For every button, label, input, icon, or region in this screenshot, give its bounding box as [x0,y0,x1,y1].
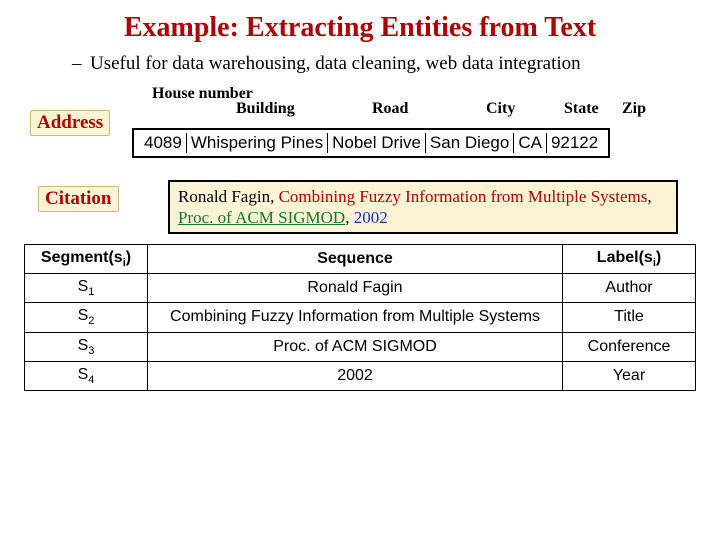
citation-block: Citation Ronald Fagin, Combining Fuzzy I… [24,180,696,238]
citation-author: Ronald Fagin [178,187,270,206]
addr-road: Nobel Drive [328,133,426,153]
cell-lab: Title [563,303,696,332]
bullet-line: Useful for data warehousing, data cleani… [72,52,696,76]
addr-state: CA [514,133,547,153]
table-header-row: Segment(si) Sequence Label(si) [25,244,696,273]
slide-title: Example: Extracting Entities from Text [24,12,696,44]
addr-house: 4089 [140,133,187,153]
header-city: City [486,100,515,118]
citation-year: 2002 [354,208,388,227]
cell-lab: Conference [563,332,696,361]
header-road: Road [372,100,408,118]
addr-city: San Diego [426,133,514,153]
header-house-number: House number [152,86,216,102]
table-row: S2 Combining Fuzzy Information from Mult… [25,303,696,332]
cell-seq: 2002 [148,361,563,390]
cell-seq: Ronald Fagin [148,274,563,303]
header-zip: Zip [622,100,646,118]
citation-conf: Proc. of ACM SIGMOD [178,208,345,227]
addr-zip: 92122 [547,133,602,153]
cell-seg: S3 [25,332,148,361]
citation-box: Ronald Fagin, Combining Fuzzy Informatio… [168,180,678,235]
cell-seg: S2 [25,303,148,332]
address-block: Address House number Building Road City … [24,86,696,168]
addr-building: Whispering Pines [187,133,328,153]
cell-seq: Proc. of ACM SIGMOD [148,332,563,361]
col-segment: Segment(si) [25,244,148,273]
table-row: S4 2002 Year [25,361,696,390]
address-tag: Address [30,110,110,136]
header-state: State [564,100,599,118]
segment-table: Segment(si) Sequence Label(si) S1 Ronald… [24,244,696,391]
cell-seg: S4 [25,361,148,390]
col-label: Label(si) [563,244,696,273]
cell-seg: S1 [25,274,148,303]
table-row: S1 Ronald Fagin Author [25,274,696,303]
address-value-box: 4089Whispering PinesNobel DriveSan Diego… [132,128,610,158]
cell-seq: Combining Fuzzy Information from Multipl… [148,303,563,332]
header-building: Building [236,100,295,118]
col-sequence: Sequence [148,244,563,273]
citation-title: Combining Fuzzy Information from Multipl… [279,187,648,206]
cell-lab: Year [563,361,696,390]
cell-lab: Author [563,274,696,303]
table-row: S3 Proc. of ACM SIGMOD Conference [25,332,696,361]
citation-tag: Citation [38,186,119,212]
